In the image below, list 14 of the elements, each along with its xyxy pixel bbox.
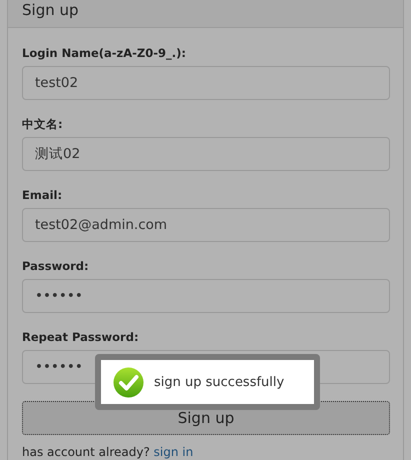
input-field[interactable]: test02 (22, 66, 390, 100)
field-label: 中文名: (22, 117, 64, 131)
field-label: Repeat Password: (22, 330, 140, 344)
sign-in-link[interactable]: sign in (154, 445, 194, 459)
field-label: Email: (22, 188, 64, 202)
field-label: Password: (22, 259, 90, 273)
field-label: Login Name(a-zA-Z0-9_.): (22, 46, 188, 60)
input-field[interactable]: 测试02 (22, 137, 390, 171)
toast-message: sign up successfully (154, 374, 284, 390)
input-field[interactable]: test02@admin.com (22, 208, 390, 242)
check-icon (113, 366, 144, 398)
input-field[interactable]: •••••• (22, 279, 390, 313)
panel-title: Sign up (22, 1, 79, 19)
footer-text: has account already? (22, 445, 150, 459)
